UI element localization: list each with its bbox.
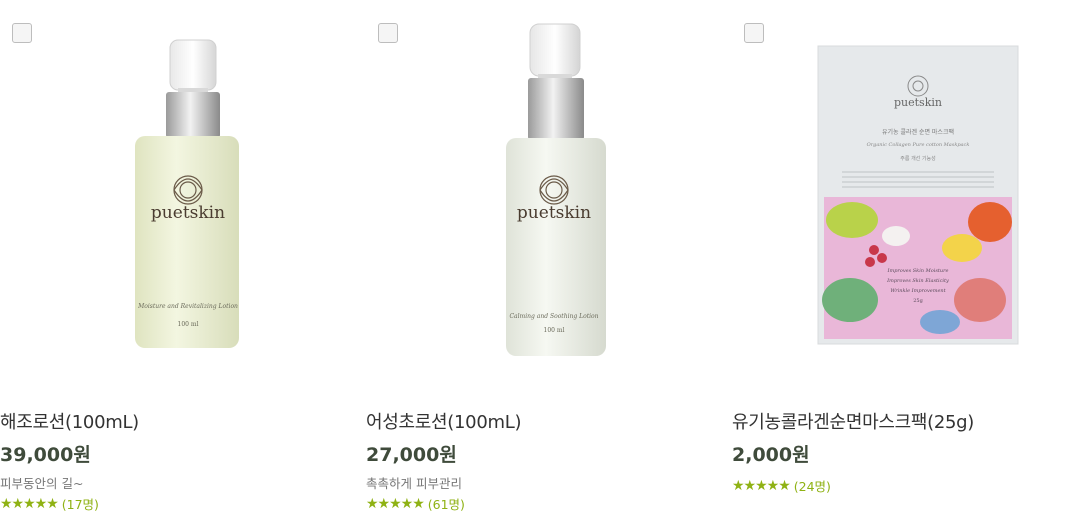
product-card[interactable]: puetskin Moisture and Revitalizing Lotio… [0,0,360,520]
svg-text:puetskin: puetskin [517,203,591,223]
product-name[interactable]: 해조로션(100mL) [0,408,139,434]
review-count: (17명) [61,497,99,512]
svg-text:Organic Collagen Pure cotton M: Organic Collagen Pure cotton Maskpack [867,142,970,148]
product-name[interactable]: 유기농콜라겐순면마스크팩(25g) [732,408,974,434]
product-rating: ★★★★★ (24명) [732,476,831,495]
rating-stars-icon: ★★★★★ [732,477,791,494]
product-name[interactable]: 어성초로션(100mL) [366,408,521,434]
svg-text:Calming and Soothing Lotion: Calming and Soothing Lotion [509,313,598,320]
svg-text:주름 개선 기능성: 주름 개선 기능성 [900,155,935,162]
product-rating: ★★★★★ (17명) [0,494,99,513]
product-rating: ★★★★★ (61명) [366,494,465,513]
svg-text:Wrinkle Improvement: Wrinkle Improvement [890,288,946,294]
product-image[interactable]: puetskin Calming and Soothing Lotion 100… [366,0,726,380]
svg-text:Improves Skin Elasticity: Improves Skin Elasticity [886,278,949,284]
svg-text:puetskin: puetskin [151,203,225,223]
svg-text:Improves Skin Moisture: Improves Skin Moisture [887,268,949,274]
product-description: 피부동안의 길~ [0,476,84,491]
product-image[interactable]: puetskin 유기농 콜라겐 순면 마스크팩 Organic Collage… [732,0,1089,380]
review-count: (61명) [427,497,465,512]
svg-text:Moisture and Revitalizing Loti: Moisture and Revitalizing Lotion [137,303,238,310]
svg-text:100 ml: 100 ml [544,327,565,334]
product-card[interactable]: puetskin 유기농 콜라겐 순면 마스크팩 Organic Collage… [732,0,1089,520]
product-price: 39,000원 [0,444,91,466]
svg-text:puetskin: puetskin [894,96,942,109]
svg-text:25g: 25g [913,298,923,304]
product-card[interactable]: puetskin Calming and Soothing Lotion 100… [366,0,726,520]
rating-stars-icon: ★★★★★ [366,495,425,512]
review-count: (24명) [793,479,831,494]
product-description: 촉촉하게 피부관리 [366,476,462,491]
svg-text:유기농 콜라겐 순면 마스크팩: 유기농 콜라겐 순면 마스크팩 [882,128,954,136]
rating-stars-icon: ★★★★★ [0,495,59,512]
product-price: 2,000원 [732,444,810,466]
svg-text:100 ml: 100 ml [178,321,199,328]
product-price: 27,000원 [366,444,457,466]
product-image[interactable]: puetskin Moisture and Revitalizing Lotio… [0,0,360,380]
